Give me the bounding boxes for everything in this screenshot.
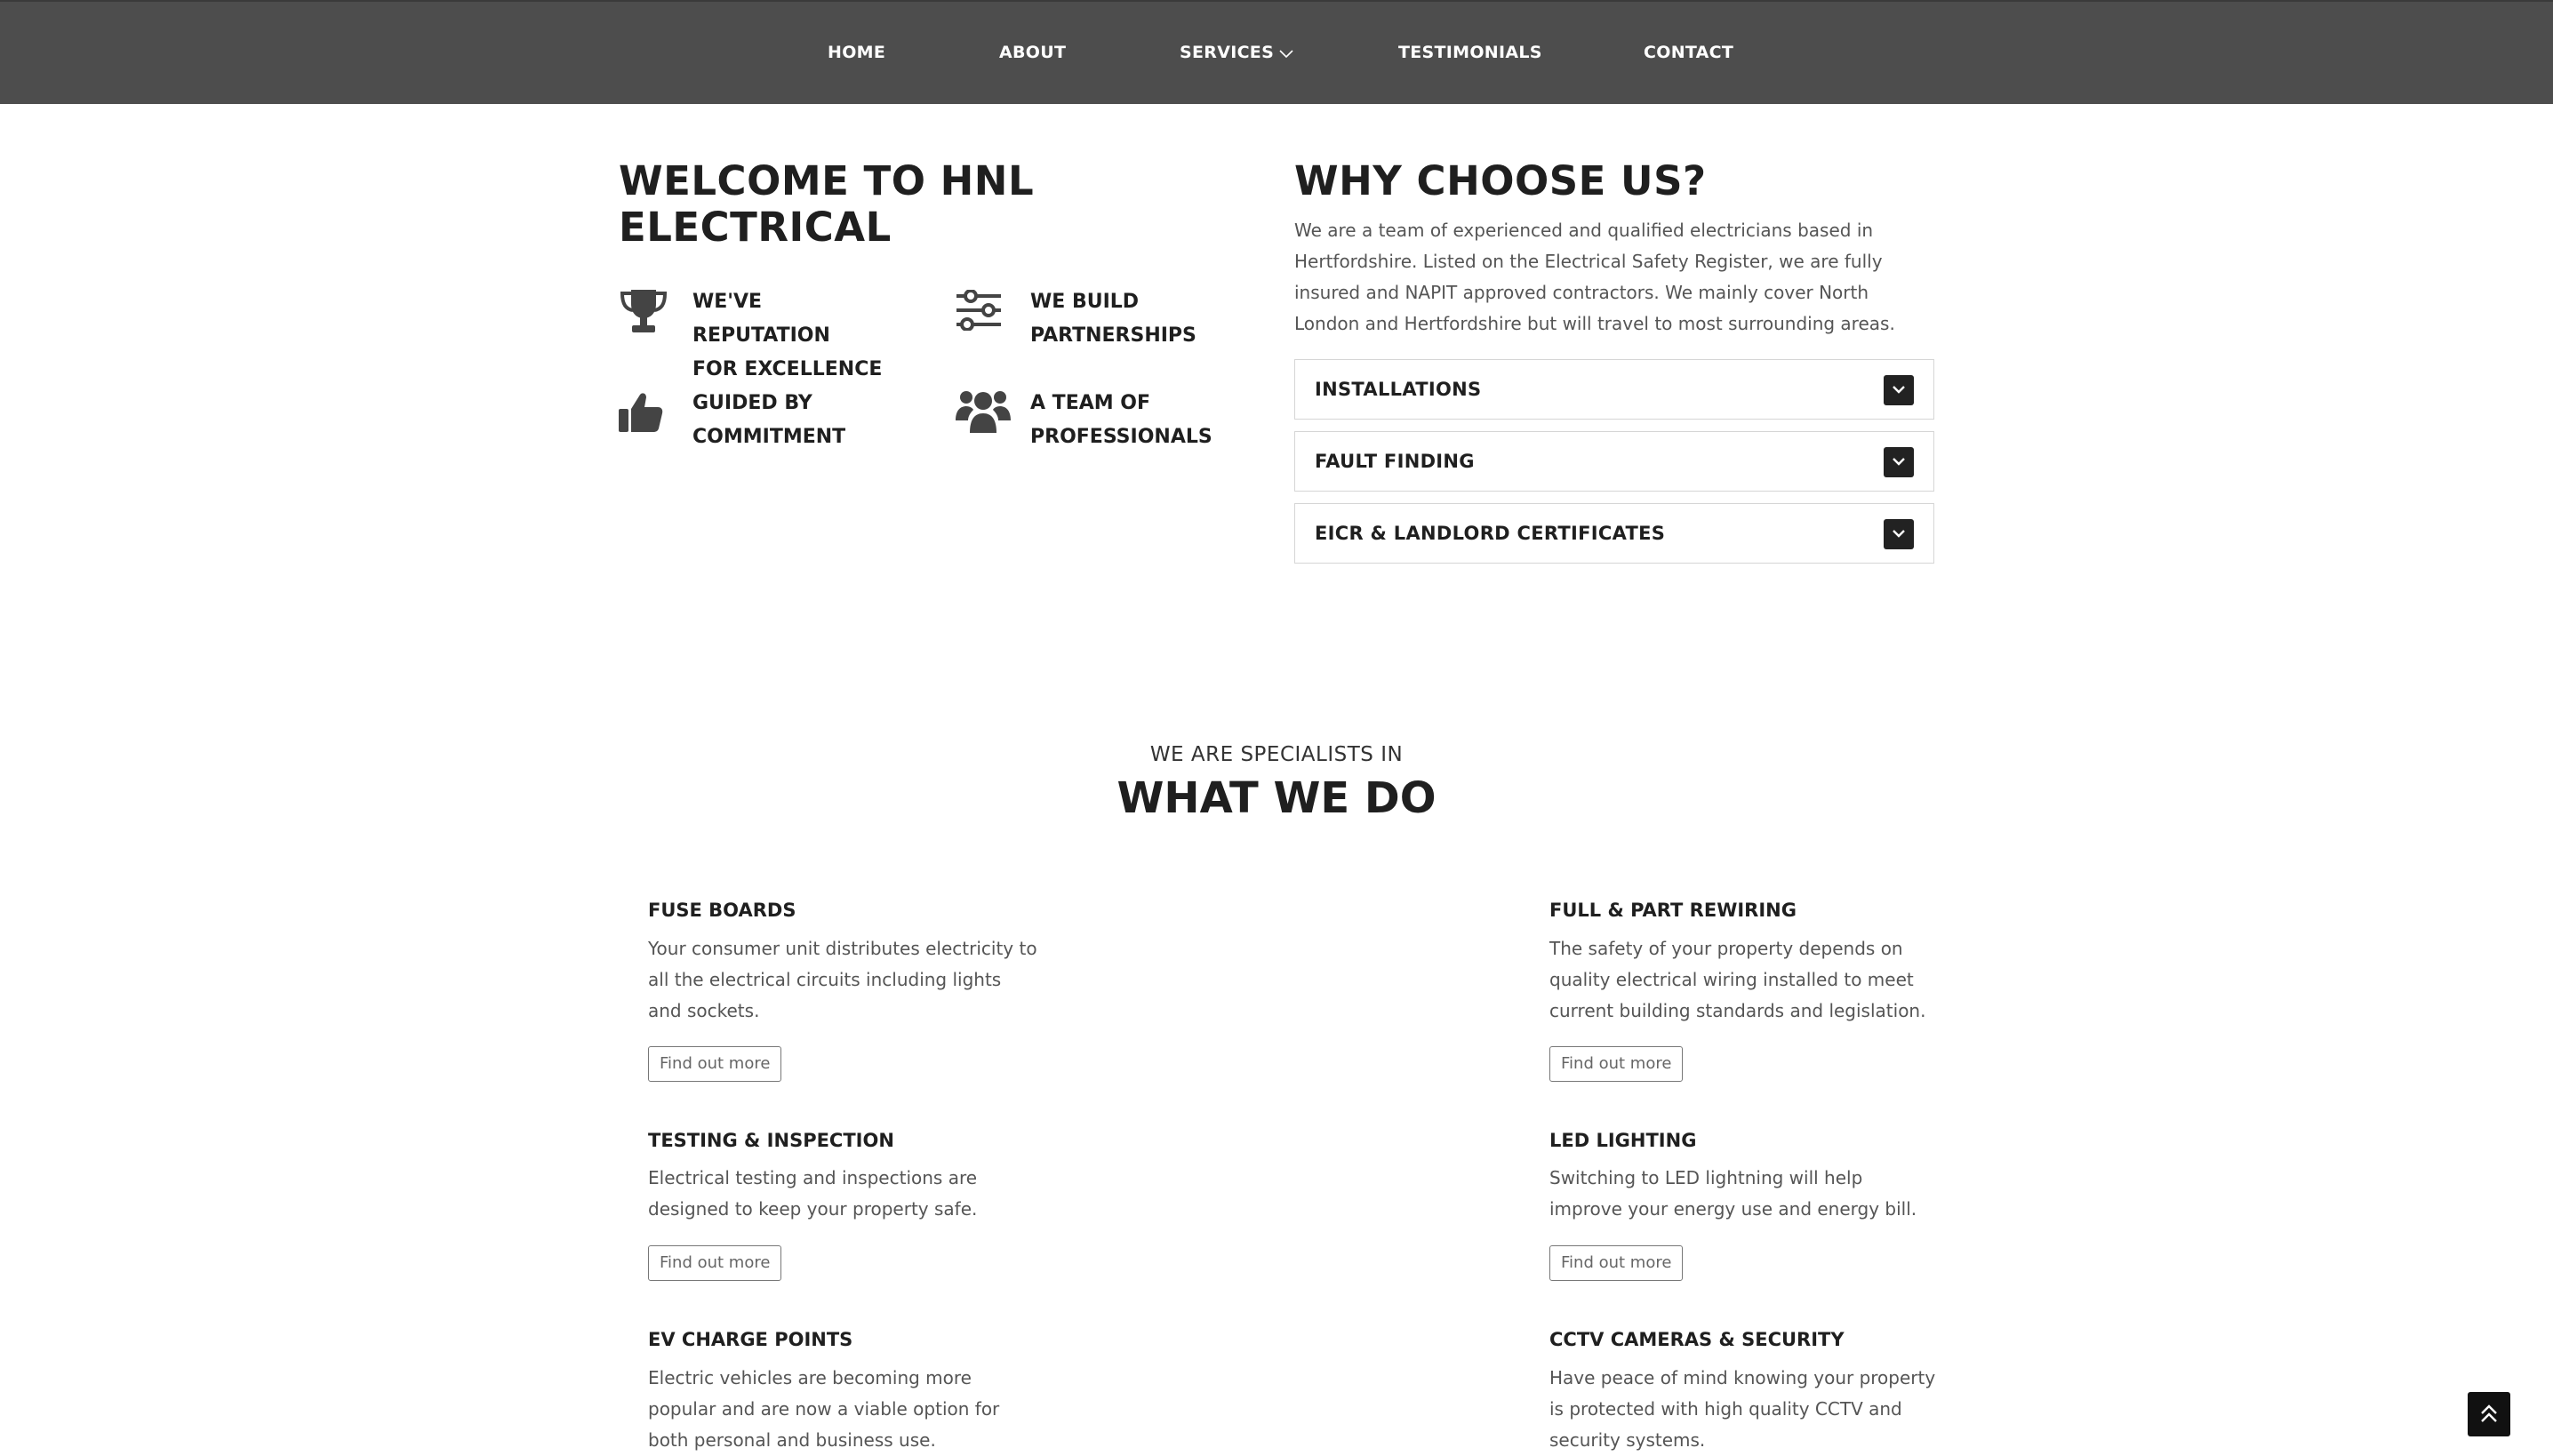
find-out-more-button[interactable]: Find out more <box>1549 1046 1684 1082</box>
welcome-title: WELCOME TO HNL ELECTRICAL <box>619 158 1034 251</box>
service-title: LED LIGHTING <box>1549 1130 1697 1151</box>
thumbs-up-icon <box>619 391 663 437</box>
feature-reputation-line1: WE'VE REPUTATION <box>692 291 830 347</box>
accordion-installations[interactable]: INSTALLATIONS <box>1294 359 1934 420</box>
service-description: Your consumer unit distributes electrici… <box>648 938 1037 1021</box>
scroll-to-top-button[interactable] <box>2468 1392 2510 1436</box>
feature-reputation: WE'VE REPUTATION FOR EXCELLENCE <box>692 285 906 387</box>
why-description: We are a team of experienced and qualifi… <box>1294 220 1895 334</box>
nav-services-link[interactable]: SERVICES <box>1180 43 1293 63</box>
service-title: FULL & PART REWIRING <box>1549 900 1797 921</box>
trophy-icon <box>619 288 668 338</box>
feature-professionals-line1: A TEAM OF <box>1030 392 1151 414</box>
service-description: The safety of your property depends on q… <box>1549 938 1926 1021</box>
chevron-down-icon[interactable] <box>1884 519 1914 549</box>
feature-partnerships-line1: WE BUILD <box>1030 291 1140 313</box>
feature-professionals: A TEAM OF PROFESSIONALS <box>1030 387 1244 454</box>
chevron-down-icon <box>1279 44 1293 63</box>
nav-home-link[interactable]: HOME <box>828 43 885 62</box>
accordion-title: EICR & LANDLORD CERTIFICATES <box>1315 523 1666 544</box>
find-out-more-button[interactable]: Find out more <box>1549 1245 1684 1281</box>
sliders-icon <box>956 289 1001 334</box>
feature-commitment-line2: COMMITMENT <box>692 426 846 448</box>
nav-about-link[interactable]: ABOUT <box>999 43 1066 62</box>
nav-services-label: SERVICES <box>1180 43 1275 62</box>
service-title: CCTV CAMERAS & SECURITY <box>1549 1329 1845 1350</box>
feature-commitment-line1: GUIDED BY <box>692 392 812 414</box>
service-description: Electric vehicles are becoming more popu… <box>648 1367 1000 1451</box>
services-title: WHAT WE DO <box>1116 773 1437 823</box>
top-navigation: HOME ABOUT SERVICES TESTIMONIALS CONTACT <box>0 0 2553 104</box>
feature-reputation-line2: FOR EXCELLENCE <box>692 358 883 380</box>
feature-partnerships-line2: PARTNERSHIPS <box>1030 324 1196 347</box>
accordion-title: FAULT FINDING <box>1315 451 1475 472</box>
feature-professionals-line2: PROFESSIONALS <box>1030 426 1212 448</box>
nav-contact-link[interactable]: CONTACT <box>1644 43 1733 62</box>
feature-commitment: GUIDED BY COMMITMENT <box>692 387 906 454</box>
find-out-more-button[interactable]: Find out more <box>648 1046 782 1082</box>
accordion-title: INSTALLATIONS <box>1315 379 1482 400</box>
users-icon <box>956 388 1011 438</box>
why-title: WHY CHOOSE US? <box>1294 157 1707 204</box>
chevron-down-icon[interactable] <box>1884 447 1914 477</box>
welcome-title-line1: WELCOME TO HNL <box>619 157 1035 204</box>
service-title: EV CHARGE POINTS <box>648 1329 853 1350</box>
chevron-down-icon[interactable] <box>1884 375 1914 405</box>
service-description: Electrical testing and inspections are d… <box>648 1167 978 1220</box>
service-description: Switching to LED lightning will help imp… <box>1549 1167 1917 1220</box>
find-out-more-button[interactable]: Find out more <box>648 1245 782 1281</box>
service-title: TESTING & INSPECTION <box>648 1130 894 1151</box>
service-title: FUSE BOARDS <box>648 900 796 921</box>
service-description: Have peace of mind knowing your property… <box>1549 1367 1936 1451</box>
services-kicker: WE ARE SPECIALISTS IN <box>1149 743 1404 766</box>
feature-partnerships: WE BUILD PARTNERSHIPS <box>1030 285 1244 353</box>
accordion-eicr-certificates[interactable]: EICR & LANDLORD CERTIFICATES <box>1294 503 1934 564</box>
nav-testimonials-link[interactable]: TESTIMONIALS <box>1398 43 1542 62</box>
welcome-title-line2: ELECTRICAL <box>619 204 892 251</box>
accordion-fault-finding[interactable]: FAULT FINDING <box>1294 431 1934 492</box>
